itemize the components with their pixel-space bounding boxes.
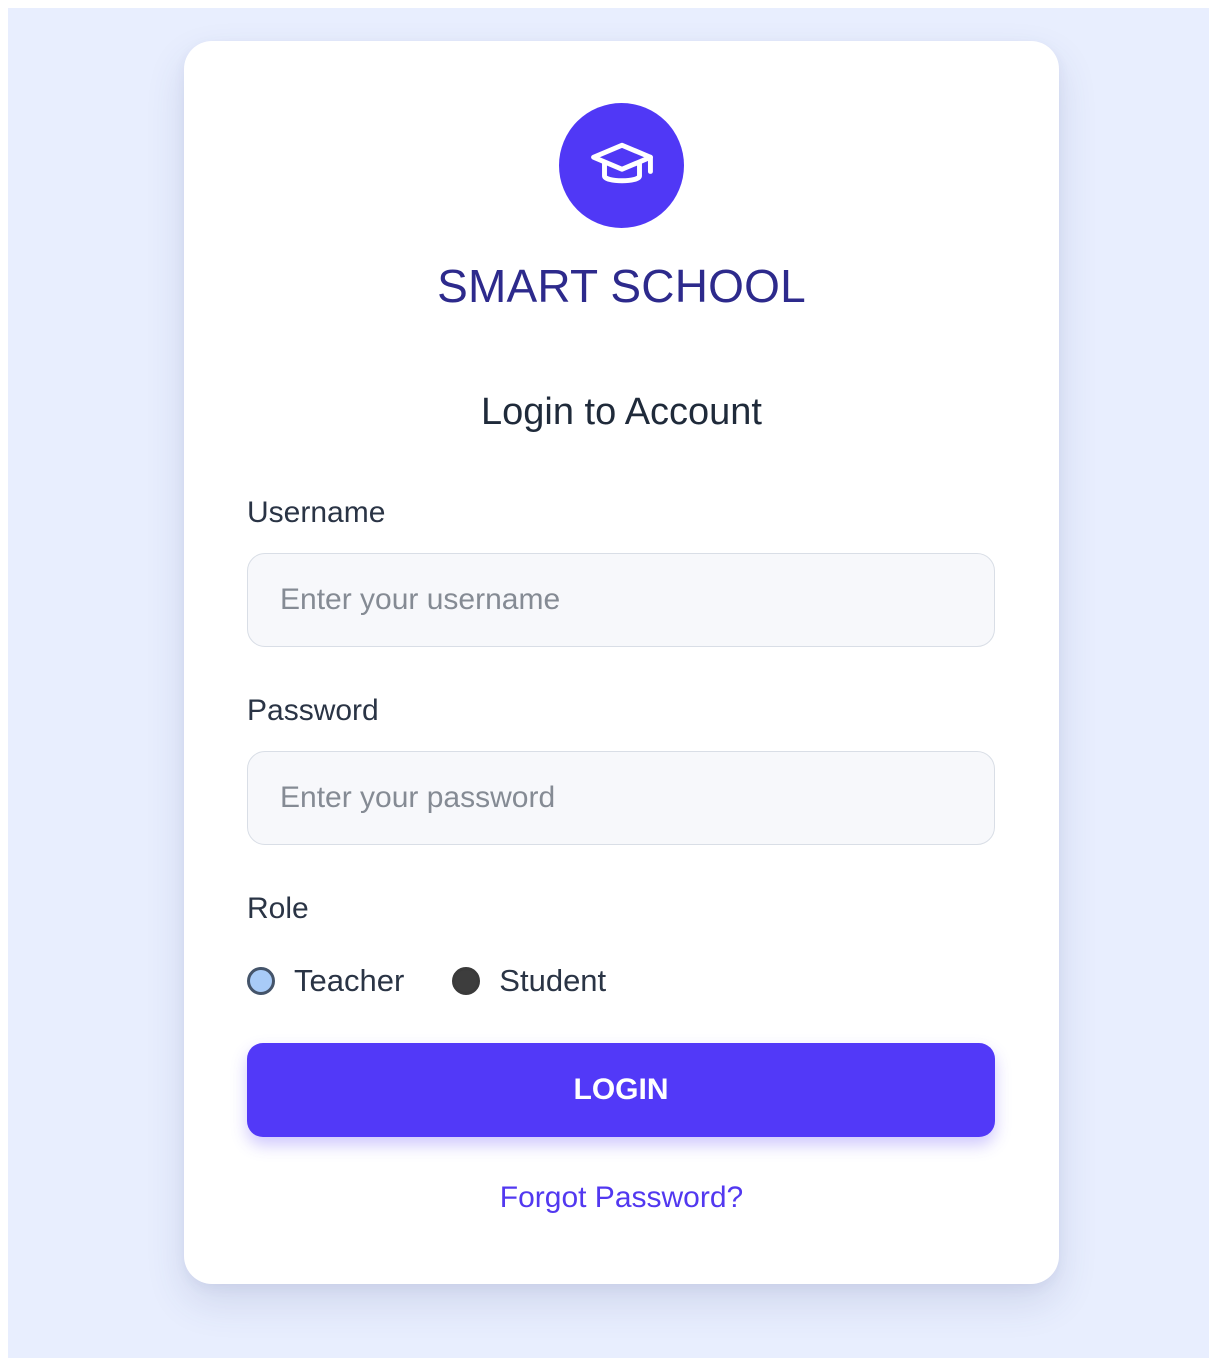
- student-radio[interactable]: [452, 967, 481, 995]
- role-radio-group: Teacher Student: [247, 959, 606, 1003]
- username-label: Username: [247, 496, 386, 529]
- role-label: Role: [247, 892, 309, 925]
- form-title: Login to Account: [481, 391, 762, 433]
- graduation-cap-icon: [590, 142, 653, 183]
- password-input[interactable]: [247, 751, 995, 845]
- username-input[interactable]: [247, 553, 995, 647]
- login-button[interactable]: LOGIN: [247, 1043, 995, 1137]
- password-label: Password: [247, 694, 379, 727]
- teacher-radio-label: Teacher: [294, 963, 405, 998]
- login-card: SMART SCHOOL Login to Account Username P…: [184, 41, 1059, 1284]
- forgot-password-link[interactable]: Forgot Password?: [184, 1181, 1059, 1215]
- student-radio-label: Student: [499, 963, 607, 998]
- logo-badge: [559, 103, 684, 228]
- role-option-teacher[interactable]: Teacher: [247, 963, 404, 999]
- role-option-student[interactable]: Student: [452, 963, 606, 999]
- brand-name: SMART SCHOOL: [437, 260, 806, 312]
- teacher-radio[interactable]: [247, 967, 275, 995]
